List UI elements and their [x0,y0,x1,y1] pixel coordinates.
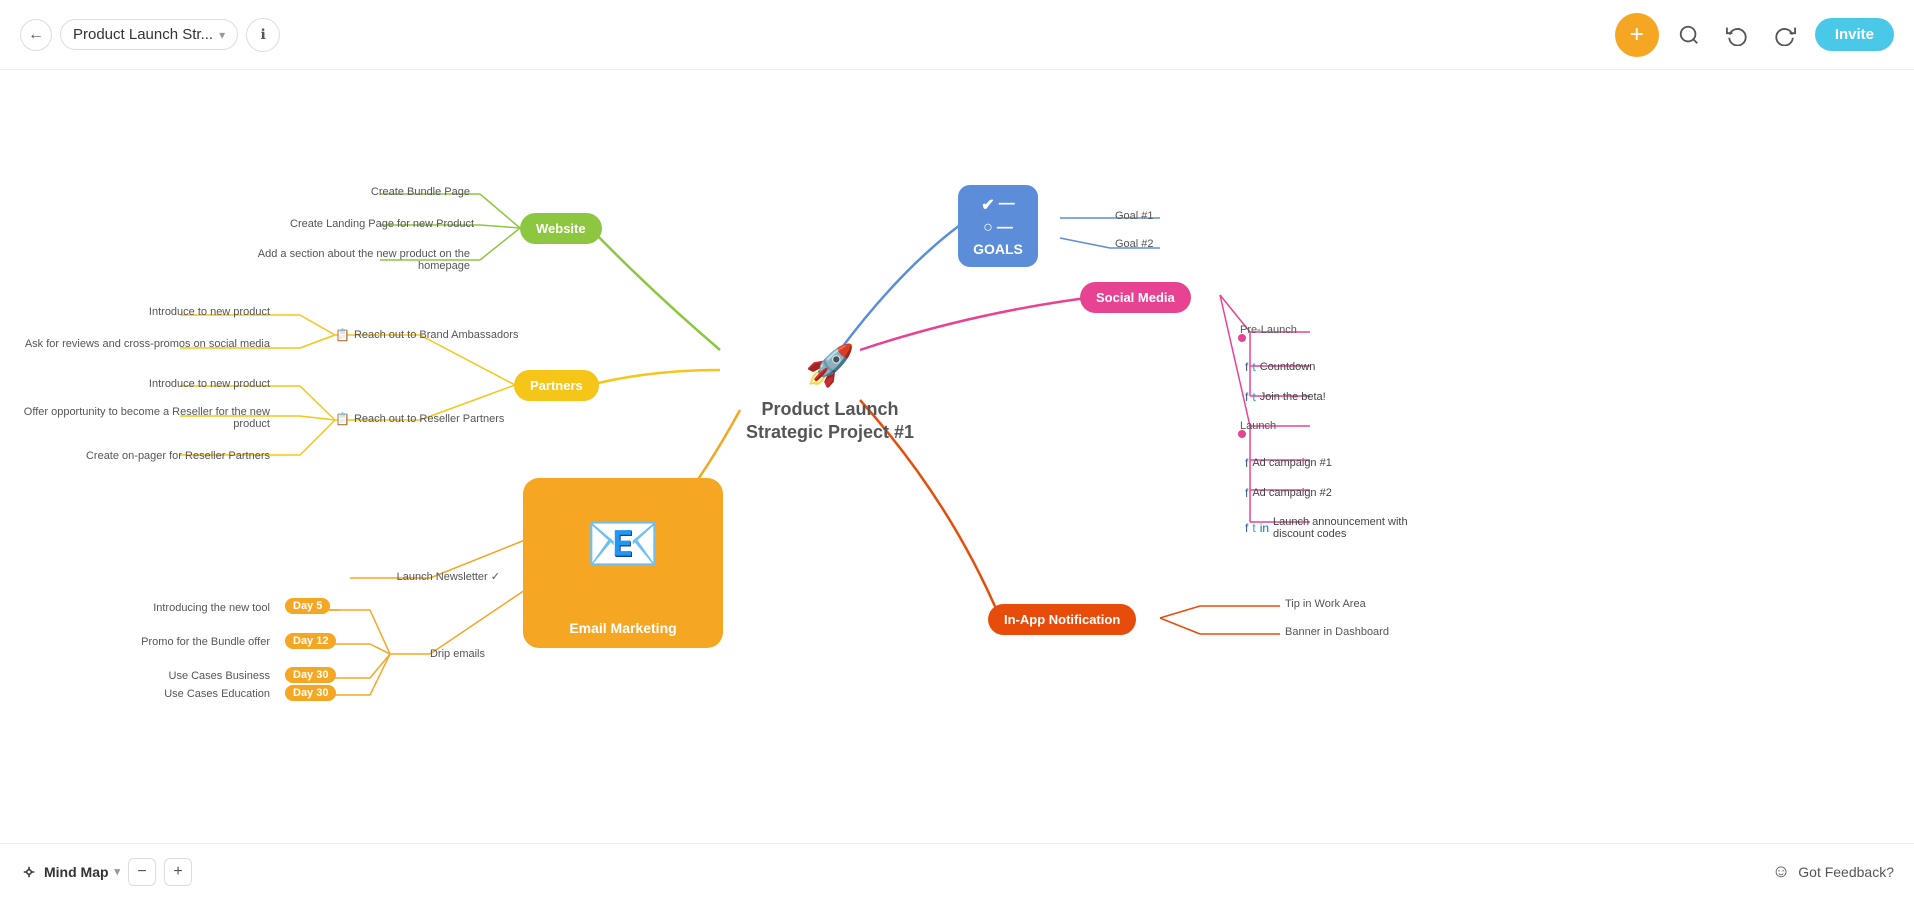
redo-button[interactable] [1767,17,1803,53]
partners-label: Partners [530,378,583,393]
countdown-item[interactable]: f t Countdown [1245,360,1315,374]
goals-icons2: ○ — [972,219,1024,237]
invite-button[interactable]: Invite [1815,18,1894,51]
social-media-label: Social Media [1096,290,1175,305]
ad1-item[interactable]: f Ad campaign #1 [1245,456,1332,470]
back-button[interactable]: ← [20,19,52,51]
minus-icon2: — [997,219,1013,237]
info-button[interactable]: ℹ [246,18,280,52]
rocket-icon: 🚀 [730,340,930,392]
minus-icon: — [999,195,1015,215]
center-title-line1: Product Launch [730,398,930,421]
tip-work-area[interactable]: Tip in Work Area [1285,598,1366,610]
reseller-item[interactable]: 📋 Reach out to Reseller Partners [335,412,504,426]
zoom-in-button[interactable]: + [164,858,192,886]
homepage-section[interactable]: Add a section about the new product on t… [220,248,470,272]
goal2-label[interactable]: Goal #2 [1115,238,1154,250]
ad1-label: Ad campaign #1 [1252,457,1332,469]
offer-reseller[interactable]: Offer opportunity to become a Reseller f… [10,406,270,430]
brand-label: Reach out to Brand Ambassadors [354,329,518,341]
brand-ambassador-item[interactable]: 📋 Reach out to Brand Ambassadors [335,328,518,342]
join-beta-item[interactable]: f t Join the beta! [1245,390,1326,404]
fb-icon3: f [1245,456,1248,470]
join-beta-label: Join the beta! [1260,391,1326,403]
tw-icon: t [1252,360,1255,374]
header: ← Product Launch Str... ▾ ℹ + Invite [0,0,1914,70]
pre-launch-label: Pre-Launch [1240,324,1297,336]
tw-icon2: t [1252,390,1255,404]
goal1-label[interactable]: Goal #1 [1115,210,1154,222]
create-onpager[interactable]: Create on-pager for Reseller Partners [50,450,270,462]
search-button[interactable] [1671,17,1707,53]
launch-newsletter[interactable]: Launch Newsletter ✓ [350,570,500,583]
check-icon: ✔ [981,195,994,215]
tw-icon3: t [1252,521,1255,535]
feedback-label: Got Feedback? [1798,864,1894,880]
website-label: Website [536,221,586,236]
goals-node[interactable]: ✔ — ○ — GOALS [958,185,1038,267]
center-node[interactable]: 🚀 Product Launch Strategic Project #1 [730,340,930,445]
footer-right[interactable]: ☺ Got Feedback? [1772,861,1894,882]
ad2-item[interactable]: f Ad campaign #2 [1245,486,1332,500]
zoom-out-button[interactable]: − [128,858,156,886]
pre-launch-dot [1238,334,1246,342]
drip-emails[interactable]: Drip emails [395,648,485,660]
email-node[interactable]: 📧 Email Marketing [523,478,723,648]
goals-label: GOALS [972,241,1024,257]
launch-label: Launch [1240,420,1276,432]
header-left: ← Product Launch Str... ▾ ℹ [20,18,280,52]
intro-new-product2[interactable]: Introduce to new product [50,378,270,390]
launch-announce-item[interactable]: f t in Launch announcement with discount… [1245,516,1445,540]
fb-icon5: f [1245,521,1248,535]
footer: Mind Map ▾ − + ☺ Got Feedback? [0,843,1914,899]
center-title-line2: Strategic Project #1 [730,421,930,444]
promo-bundle[interactable]: Promo for the Bundle offer [100,636,270,648]
in-app-node[interactable]: In-App Notification [988,604,1136,635]
intro-new-product1[interactable]: Introduce to new product [50,306,270,318]
fb-icon: f [1245,360,1248,374]
launch-announce-label: Launch announcement with discount codes [1273,516,1445,540]
add-button[interactable]: + [1615,13,1659,57]
feedback-icon: ☺ [1772,861,1790,882]
mind-map-label: Mind Map [44,864,109,880]
project-title-button[interactable]: Product Launch Str... ▾ [60,19,238,50]
countdown-label: Countdown [1260,361,1316,373]
list-icon: 📋 [335,328,350,342]
mindmap-svg [0,70,1914,843]
canvas: 🚀 Product Launch Strategic Project #1 ✔ … [0,70,1914,843]
footer-left: Mind Map ▾ − + [20,858,192,886]
landing-page[interactable]: Create Landing Page for new Product [290,218,470,230]
intro-tool[interactable]: Introducing the new tool [100,602,270,614]
day30-tag1[interactable]: Day 30 [285,667,336,683]
mind-map-button[interactable]: Mind Map ▾ [20,863,120,881]
day30-tag2[interactable]: Day 30 [285,685,336,701]
circle-icon: ○ [983,219,993,237]
day12-tag[interactable]: Day 12 [285,633,336,649]
fb-icon4: f [1245,486,1248,500]
social-media-node[interactable]: Social Media [1080,282,1191,313]
ask-reviews[interactable]: Ask for reviews and cross-promos on soci… [10,338,270,350]
website-node[interactable]: Website [520,213,602,244]
reseller-label: Reach out to Reseller Partners [354,413,504,425]
use-cases-business[interactable]: Use Cases Business [100,670,270,682]
in-app-label: In-App Notification [1004,612,1120,627]
day5-tag[interactable]: Day 5 [285,598,330,614]
title-dropdown-icon: ▾ [219,28,225,42]
use-cases-education[interactable]: Use Cases Education [100,688,270,700]
launch-dot [1238,430,1246,438]
li-icon: in [1260,521,1269,535]
mind-map-dropdown-icon: ▾ [115,865,121,878]
bundle-page[interactable]: Create Bundle Page [290,186,470,198]
ad2-label: Ad campaign #2 [1252,487,1332,499]
goals-icons: ✔ — [972,195,1024,215]
banner-dashboard[interactable]: Banner in Dashboard [1285,626,1389,638]
header-right: + Invite [1615,13,1894,57]
fb-icon2: f [1245,390,1248,404]
email-label: Email Marketing [569,620,676,636]
email-illustration: 📧 [523,478,723,608]
list-icon2: 📋 [335,412,350,426]
undo-button[interactable] [1719,17,1755,53]
project-title-label: Product Launch Str... [73,26,213,43]
partners-node[interactable]: Partners [514,370,599,401]
